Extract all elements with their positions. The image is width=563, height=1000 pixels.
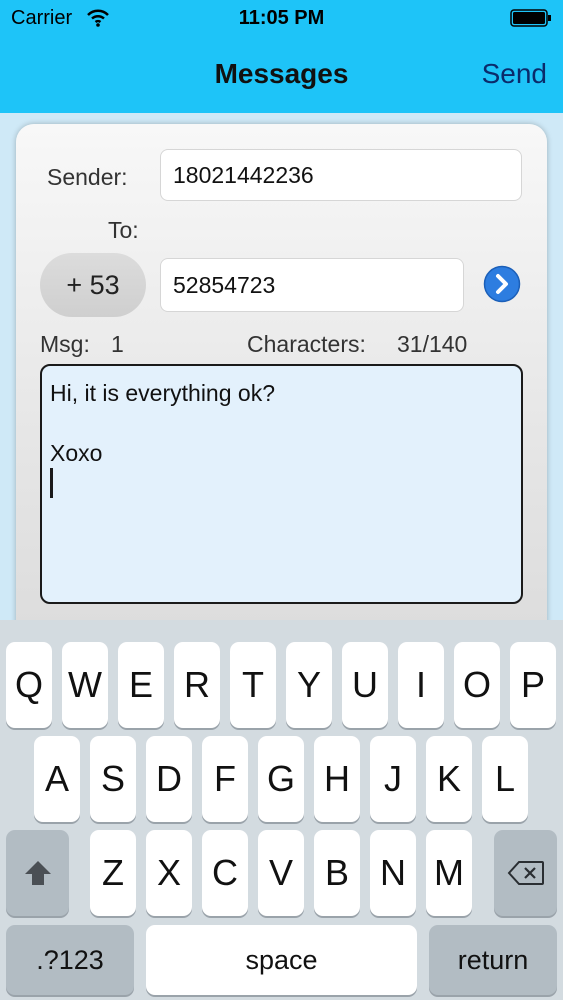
key-s[interactable]: S bbox=[90, 736, 136, 822]
to-label: To: bbox=[108, 217, 139, 243]
status-bar: Carrier 11:05 PM bbox=[0, 0, 563, 36]
key-h[interactable]: H bbox=[314, 736, 360, 822]
text-cursor bbox=[50, 468, 513, 498]
sender-label: Sender: bbox=[47, 164, 128, 190]
message-line bbox=[50, 408, 513, 438]
msg-count: 1 bbox=[111, 331, 124, 357]
message-textarea[interactable]: Hi, it is everything ok? Xoxo bbox=[40, 364, 523, 604]
backspace-icon bbox=[507, 861, 544, 885]
space-key[interactable]: space bbox=[146, 925, 417, 995]
send-button[interactable]: Send bbox=[482, 58, 547, 90]
key-e[interactable]: E bbox=[118, 642, 164, 728]
shift-icon bbox=[24, 861, 51, 885]
recipient-field[interactable]: 52854723 bbox=[160, 258, 464, 312]
key-c[interactable]: C bbox=[202, 830, 248, 916]
header: Carrier 11:05 PM Messages Send bbox=[0, 0, 563, 113]
key-y[interactable]: Y bbox=[286, 642, 332, 728]
key-p[interactable]: P bbox=[510, 642, 556, 728]
key-d[interactable]: D bbox=[146, 736, 192, 822]
key-f[interactable]: F bbox=[202, 736, 248, 822]
key-x[interactable]: X bbox=[146, 830, 192, 916]
characters-label: Characters: bbox=[247, 331, 366, 357]
characters-count: 31/140 bbox=[397, 331, 468, 357]
key-n[interactable]: N bbox=[370, 830, 416, 916]
key-b[interactable]: B bbox=[314, 830, 360, 916]
key-w[interactable]: W bbox=[62, 642, 108, 728]
key-a[interactable]: A bbox=[34, 736, 80, 822]
key-g[interactable]: G bbox=[258, 736, 304, 822]
key-r[interactable]: R bbox=[174, 642, 220, 728]
keyboard: Q W E R T Y U I O P A S D F G H J K L Z … bbox=[0, 620, 563, 1000]
return-key[interactable]: return bbox=[429, 925, 557, 995]
clock: 11:05 PM bbox=[238, 7, 325, 29]
shift-key[interactable] bbox=[6, 830, 69, 916]
sender-field[interactable]: 18021442236 bbox=[160, 149, 522, 201]
key-t[interactable]: T bbox=[230, 642, 276, 728]
msg-label: Msg: bbox=[40, 331, 90, 357]
page-title: Messages bbox=[214, 58, 349, 89]
message-line: Hi, it is everything ok? bbox=[50, 380, 275, 406]
country-code-button[interactable]: + 53 bbox=[40, 253, 146, 317]
numbers-key[interactable]: .?123 bbox=[6, 925, 134, 995]
key-q[interactable]: Q bbox=[6, 642, 52, 728]
key-l[interactable]: L bbox=[482, 736, 528, 822]
key-z[interactable]: Z bbox=[90, 830, 136, 916]
key-i[interactable]: I bbox=[398, 642, 444, 728]
key-j[interactable]: J bbox=[370, 736, 416, 822]
battery-icon bbox=[510, 9, 551, 27]
key-u[interactable]: U bbox=[342, 642, 388, 728]
key-o[interactable]: O bbox=[454, 642, 500, 728]
key-v[interactable]: V bbox=[258, 830, 304, 916]
chevron-right-circle-icon[interactable] bbox=[483, 265, 521, 303]
key-k[interactable]: K bbox=[426, 736, 472, 822]
delete-key[interactable] bbox=[494, 830, 557, 916]
message-line: Xoxo bbox=[50, 440, 103, 466]
key-m[interactable]: M bbox=[426, 830, 472, 916]
